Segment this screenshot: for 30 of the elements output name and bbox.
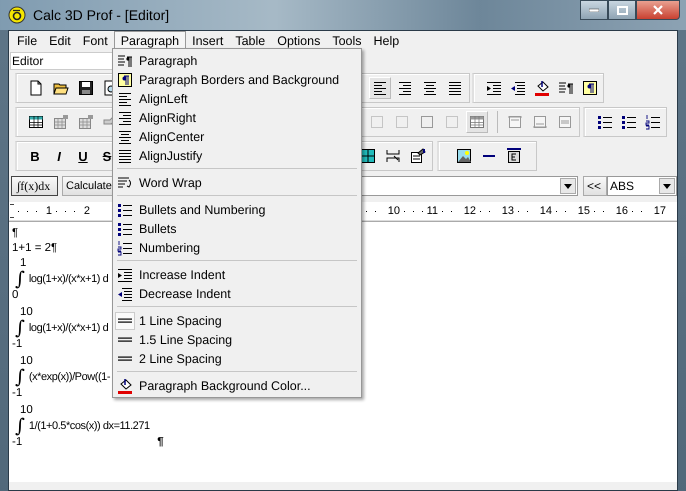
- upper-limit: 10: [20, 305, 33, 319]
- upper-limit: 1: [20, 256, 26, 270]
- integral-sign: ∫: [15, 319, 25, 337]
- ruler-number: 1: [46, 205, 52, 217]
- lower-limit: 0: [12, 288, 18, 302]
- lower-limit: -1: [12, 386, 22, 400]
- paragraph-mark: ¶: [157, 435, 164, 449]
- lower-limit: -1: [12, 436, 22, 449]
- text-line: 1+1 = 2¶: [12, 241, 58, 256]
- ruler-number: 2: [84, 205, 90, 217]
- ruler-number: 14: [540, 205, 552, 217]
- ruler-number: 12: [464, 205, 476, 217]
- lower-limit: -1: [12, 338, 22, 351]
- upper-limit: 10: [20, 354, 33, 368]
- integral-sign: ∫: [15, 417, 25, 435]
- ruler-number: 11: [426, 205, 438, 217]
- formula-text: log(1+x)/(x*x+1) d: [28, 273, 108, 285]
- formula-text: (x*exp(x))/Pow((1-: [28, 371, 110, 383]
- upper-limit: 10: [20, 403, 33, 417]
- integral-sign: ∫: [15, 368, 25, 386]
- ruler-number: 13: [502, 205, 514, 217]
- integral-sign: ∫: [15, 270, 25, 288]
- window-title: Calc 3D Prof - [Editor]: [33, 7, 170, 23]
- text-line: ¶: [12, 226, 18, 241]
- ruler-number: 17: [654, 205, 666, 217]
- formula-text: 1/(1+0.5*cos(x)) dx=11.271: [28, 420, 150, 432]
- ruler-number: 15: [578, 205, 590, 217]
- ruler-number: 10: [388, 205, 400, 217]
- formula-text: log(1+x)/(x*x+1) d: [28, 322, 108, 334]
- ruler-number: 16: [616, 205, 628, 217]
